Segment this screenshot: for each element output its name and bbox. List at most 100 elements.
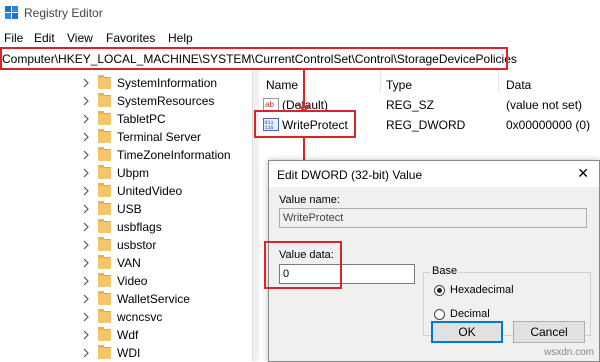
- folder-icon: [98, 75, 111, 89]
- folder-icon: [98, 93, 111, 107]
- tree-item-label: WDI: [117, 346, 141, 360]
- menu-edit[interactable]: Edit: [34, 31, 55, 45]
- tree-item-label: Wdf: [117, 328, 139, 342]
- decimal-label[interactable]: Decimal: [450, 308, 490, 320]
- ok-button[interactable]: OK: [431, 321, 503, 343]
- tree-item-usbstor[interactable]: usbstor: [82, 236, 252, 254]
- folder-icon: [98, 237, 111, 251]
- menu-favorites[interactable]: Favorites: [106, 31, 155, 45]
- chevron-right-icon[interactable]: [82, 312, 90, 322]
- value-data: 0x00000000 (0): [506, 118, 591, 132]
- folder-icon: [98, 183, 111, 197]
- decimal-radio[interactable]: [434, 309, 445, 320]
- folder-icon: [98, 219, 111, 233]
- chevron-right-icon[interactable]: [82, 78, 90, 88]
- dialog-title: Edit DWORD (32-bit) Value: [277, 168, 423, 182]
- watermark: wsxdn.com: [543, 347, 594, 358]
- chevron-right-icon[interactable]: [82, 186, 90, 196]
- registry-editor-icon: [5, 6, 18, 19]
- folder-icon: [98, 273, 111, 287]
- tree-item-walletservice[interactable]: WalletService: [82, 290, 252, 308]
- dialog-title-bar: Edit DWORD (32-bit) Value ✕: [269, 161, 599, 188]
- tree-item-label: TabletPC: [117, 112, 166, 126]
- tree-item-wcncsvc[interactable]: wcncsvc: [82, 308, 252, 326]
- folder-icon: [98, 345, 111, 359]
- value-type: REG_SZ: [386, 98, 435, 112]
- value-type: REG_DWORD: [386, 118, 466, 132]
- address-highlight-box: [0, 47, 508, 70]
- tree-item-usb[interactable]: USB: [82, 200, 252, 218]
- chevron-right-icon[interactable]: [82, 204, 90, 214]
- tree-item-van[interactable]: VAN: [82, 254, 252, 272]
- tree-item-label: TimeZoneInformation: [117, 148, 231, 162]
- menu-bar: File Edit View Favorites Help: [0, 28, 600, 48]
- folder-icon: [98, 129, 111, 143]
- menu-view[interactable]: View: [67, 31, 93, 45]
- value-data: (value not set): [506, 98, 583, 112]
- tree-item-wdi[interactable]: WDI: [82, 344, 252, 361]
- tree-item-label: Video: [117, 274, 148, 288]
- folder-icon: [98, 255, 111, 269]
- chevron-right-icon[interactable]: [82, 114, 90, 124]
- menu-file[interactable]: File: [4, 31, 23, 45]
- menu-help[interactable]: Help: [168, 31, 193, 45]
- tree-item-usbflags[interactable]: usbflags: [82, 218, 252, 236]
- folder-icon: [98, 309, 111, 323]
- base-label: Base: [430, 265, 460, 277]
- tree-item-timezoneinformation[interactable]: TimeZoneInformation: [82, 146, 252, 164]
- value-data-highlight-box: [264, 241, 342, 289]
- chevron-right-icon[interactable]: [82, 276, 90, 286]
- tree-item-unitedvideo[interactable]: UnitedVideo: [82, 182, 252, 200]
- svg-text:ab: ab: [265, 100, 274, 109]
- close-icon[interactable]: ✕: [577, 165, 589, 182]
- folder-icon: [98, 111, 111, 125]
- title-bar: Registry Editor: [0, 0, 600, 28]
- chevron-right-icon[interactable]: [82, 222, 90, 232]
- folder-icon: [98, 327, 111, 341]
- tree-item-label: SystemInformation: [117, 76, 218, 90]
- tree-item-label: usbflags: [117, 220, 162, 234]
- writeprotect-highlight-box: [254, 110, 356, 138]
- column-header-name[interactable]: Name: [266, 78, 298, 92]
- tree-item-ubpm[interactable]: Ubpm: [82, 164, 252, 182]
- tree-item-label: USB: [117, 202, 142, 216]
- tree-item-label: VAN: [117, 256, 141, 270]
- hexadecimal-radio[interactable]: [434, 285, 445, 296]
- column-divider[interactable]: [498, 70, 499, 92]
- column-divider[interactable]: [380, 70, 381, 92]
- tree-item-tabletpc[interactable]: TabletPC: [82, 110, 252, 128]
- value-name-field: WriteProtect: [279, 208, 587, 228]
- tree-item-terminal-server[interactable]: Terminal Server: [82, 128, 252, 146]
- folder-icon: [98, 201, 111, 215]
- tree-item-label: UnitedVideo: [117, 184, 183, 198]
- window-title: Registry Editor: [24, 6, 103, 20]
- tree-item-label: wcncsvc: [117, 310, 163, 324]
- tree-item-label: Ubpm: [117, 166, 150, 180]
- chevron-right-icon[interactable]: [82, 330, 90, 340]
- column-header-data[interactable]: Data: [506, 78, 531, 92]
- tree-item-systeminformation[interactable]: SystemInformation: [82, 74, 252, 92]
- value-name-label: Value name:: [279, 194, 340, 206]
- tree-item-systemresources[interactable]: SystemResources: [82, 92, 252, 110]
- chevron-right-icon[interactable]: [82, 258, 90, 268]
- key-tree[interactable]: SystemInformation SystemResources TabletPC…: [0, 70, 252, 361]
- tree-item-wdf[interactable]: Wdf: [82, 326, 252, 344]
- tree-item-video[interactable]: Video: [82, 272, 252, 290]
- tree-item-label: SystemResources: [117, 94, 215, 108]
- chevron-right-icon[interactable]: [82, 150, 90, 160]
- folder-icon: [98, 147, 111, 161]
- cancel-button[interactable]: Cancel: [513, 321, 585, 343]
- chevron-right-icon[interactable]: [82, 240, 90, 250]
- column-header-type[interactable]: Type: [386, 78, 412, 92]
- tree-item-label: WalletService: [117, 292, 190, 306]
- chevron-right-icon[interactable]: [82, 168, 90, 178]
- chevron-right-icon[interactable]: [82, 96, 90, 106]
- chevron-right-icon[interactable]: [82, 294, 90, 304]
- chevron-right-icon[interactable]: [82, 348, 90, 358]
- chevron-right-icon[interactable]: [82, 132, 90, 142]
- tree-item-label: Terminal Server: [117, 130, 202, 144]
- tree-item-label: usbstor: [117, 238, 157, 252]
- folder-icon: [98, 165, 111, 179]
- arrow-head-icon: [297, 103, 311, 112]
- hexadecimal-label[interactable]: Hexadecimal: [450, 284, 514, 296]
